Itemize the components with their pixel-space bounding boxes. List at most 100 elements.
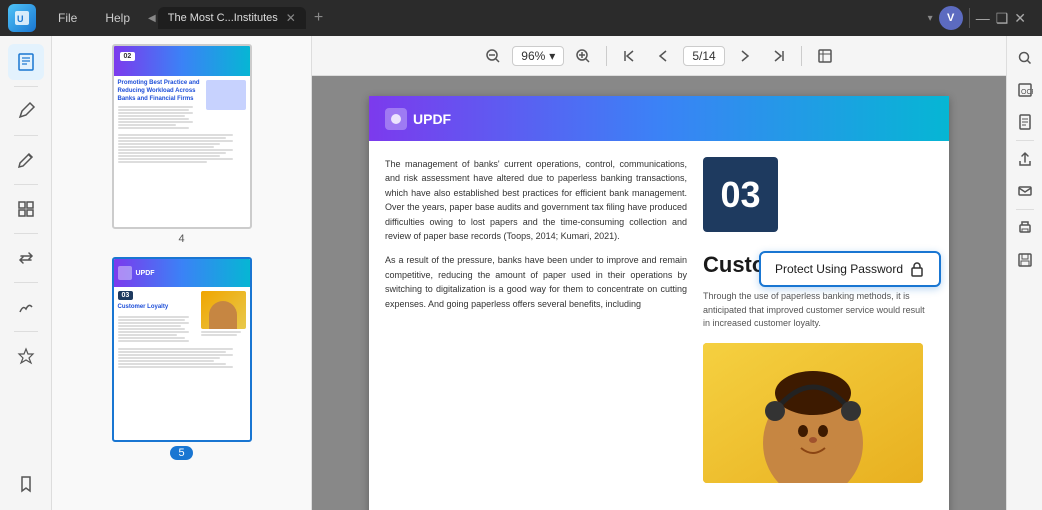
- save-right-icon[interactable]: [1011, 246, 1039, 274]
- tab-label: The Most C...Institutes: [168, 12, 278, 24]
- user-avatar[interactable]: V: [939, 6, 963, 30]
- current-page: 5: [692, 49, 699, 63]
- customer-image: [703, 343, 923, 483]
- total-pages: 14: [702, 49, 715, 63]
- thumb4-body: Promoting Best Practice and Reducing Wor…: [114, 76, 250, 167]
- protect-btn-label: Protect Using Password: [775, 262, 903, 276]
- convert-tool-icon[interactable]: [8, 240, 44, 276]
- thumb5-right: [201, 291, 246, 342]
- app-logo: U: [8, 4, 36, 32]
- email-right-icon[interactable]: [1011, 177, 1039, 205]
- bookmark-tool-icon[interactable]: [8, 466, 44, 502]
- thumbnail-page-5[interactable]: UPDF 03 Customer Loyalty: [60, 257, 303, 460]
- sidebar-divider-5: [14, 282, 38, 283]
- share-right-icon[interactable]: [1011, 145, 1039, 173]
- print-right-icon[interactable]: [1011, 214, 1039, 242]
- last-page-button[interactable]: [763, 41, 793, 71]
- thumbnail-page-4[interactable]: 02 Promoting Best Practice and Reducing …: [60, 44, 303, 245]
- thumb5-section-num: 03: [118, 291, 134, 300]
- pdf-body: The management of banks' current operati…: [369, 141, 949, 499]
- section-description: Through the use of paperless banking met…: [703, 290, 933, 331]
- toolbar: 96% ▾ 5 / 14: [312, 36, 1006, 76]
- sidebar-divider-6: [14, 331, 38, 332]
- page-number-4: 4: [178, 233, 184, 245]
- zoom-value: 96%: [521, 49, 545, 63]
- thumb4-num: 02: [120, 52, 136, 61]
- thumb5-body: 03 Customer Loyalty: [114, 287, 250, 346]
- thumb5-bottom-content: [114, 346, 250, 370]
- protect-lock-icon: [909, 261, 925, 277]
- page-content: UPDF The management of banks' current op…: [312, 76, 1006, 510]
- zoom-out-button[interactable]: [478, 41, 508, 71]
- svg-text:U: U: [17, 14, 24, 24]
- protect-password-button[interactable]: Protect Using Password: [759, 251, 941, 287]
- maximize-button[interactable]: ❑: [996, 10, 1009, 27]
- thumb5-bottom-lines: [201, 331, 246, 336]
- title-bar: U File Help ◀ The Most C...Institutes ✕ …: [0, 0, 1042, 36]
- zoom-dropdown-arrow: ▾: [549, 49, 555, 63]
- pdf-page: UPDF The management of banks' current op…: [369, 96, 949, 510]
- thumb5-brand: UPDF: [136, 270, 155, 277]
- pdf-left-column: The management of banks' current operati…: [385, 157, 687, 483]
- sidebar-divider-1: [14, 86, 38, 87]
- page-number-5: 5: [170, 446, 192, 460]
- read-tool-icon[interactable]: [8, 44, 44, 80]
- organize-tool-icon[interactable]: [8, 191, 44, 227]
- sidebar-divider-4: [14, 233, 38, 234]
- updf-logo-icon: U: [8, 4, 36, 32]
- thumb5-title: Customer Loyalty: [118, 304, 197, 312]
- search-right-icon[interactable]: [1011, 44, 1039, 72]
- svg-text:OCR: OCR: [1021, 89, 1033, 96]
- section-header-area: 03: [703, 157, 933, 232]
- sidebar-divider-2: [14, 135, 38, 136]
- thumb-img-4[interactable]: 02 Promoting Best Practice and Reducing …: [112, 44, 252, 229]
- tab-document[interactable]: The Most C...Institutes ✕: [158, 7, 306, 29]
- prev-page-button[interactable]: [649, 41, 679, 71]
- edit-tool-icon[interactable]: [8, 93, 44, 129]
- ai-tool-icon[interactable]: [8, 338, 44, 374]
- tabs-overflow-button[interactable]: ▾: [928, 13, 933, 24]
- minimize-button[interactable]: —: [976, 10, 990, 26]
- content-area: 96% ▾ 5 / 14: [312, 36, 1006, 510]
- thumb-img-5[interactable]: UPDF 03 Customer Loyalty: [112, 257, 252, 442]
- file-info-right-icon[interactable]: [1011, 108, 1039, 136]
- thumb5-header: UPDF: [114, 259, 250, 287]
- thumb4-header: 02: [114, 46, 250, 76]
- tab-bar: ◀ The Most C...Institutes ✕ + ▾ V — ❑ ✕: [148, 6, 1034, 30]
- toolbar-separator-2: [801, 46, 802, 66]
- sign-tool-icon[interactable]: [8, 289, 44, 325]
- thumb4-more-lines: [118, 134, 246, 163]
- annotate-tool-icon[interactable]: [8, 142, 44, 178]
- new-tab-button[interactable]: +: [308, 9, 329, 27]
- thumb5-logo: [118, 266, 132, 280]
- tab-close-button[interactable]: ✕: [286, 11, 296, 25]
- pdf-right-column: 03 Customer Loyalty Through the use of p…: [703, 157, 933, 483]
- thumb4-image: [206, 80, 246, 110]
- pdf-paragraph-2: As a result of the pressure, banks have …: [385, 253, 687, 311]
- left-sidebar: [0, 36, 52, 510]
- pdf-header-logo: UPDF: [385, 108, 451, 130]
- file-menu[interactable]: File: [48, 7, 87, 29]
- zoom-display[interactable]: 96% ▾: [512, 46, 564, 66]
- pdf-header: UPDF: [369, 96, 949, 141]
- help-menu[interactable]: Help: [95, 7, 140, 29]
- close-button[interactable]: ✕: [1014, 10, 1026, 27]
- zoom-in-button[interactable]: [568, 41, 598, 71]
- next-page-button[interactable]: [729, 41, 759, 71]
- tab-dropdown-arrow[interactable]: ◀: [148, 13, 156, 24]
- thumb5-lines: [118, 316, 197, 342]
- sidebar-divider-3: [14, 184, 38, 185]
- pdf-paragraph-1: The management of banks' current operati…: [385, 157, 687, 243]
- thumb4-lines: [118, 106, 202, 129]
- page-display[interactable]: 5 / 14: [683, 46, 724, 66]
- thumb4-title: Promoting Best Practice and Reducing Wor…: [118, 80, 202, 103]
- ocr-right-icon[interactable]: OCR: [1011, 76, 1039, 104]
- thumbnails-panel: 02 Promoting Best Practice and Reducing …: [52, 36, 312, 510]
- first-page-button[interactable]: [615, 41, 645, 71]
- section-number-badge: 03: [703, 157, 778, 232]
- right-sidebar-divider-1: [1016, 140, 1034, 141]
- thumb5-customer-img: [201, 291, 246, 329]
- main-area: 02 Promoting Best Practice and Reducing …: [0, 36, 1042, 510]
- fit-screen-button[interactable]: [810, 41, 840, 71]
- pdf-brand-name: UPDF: [413, 111, 451, 127]
